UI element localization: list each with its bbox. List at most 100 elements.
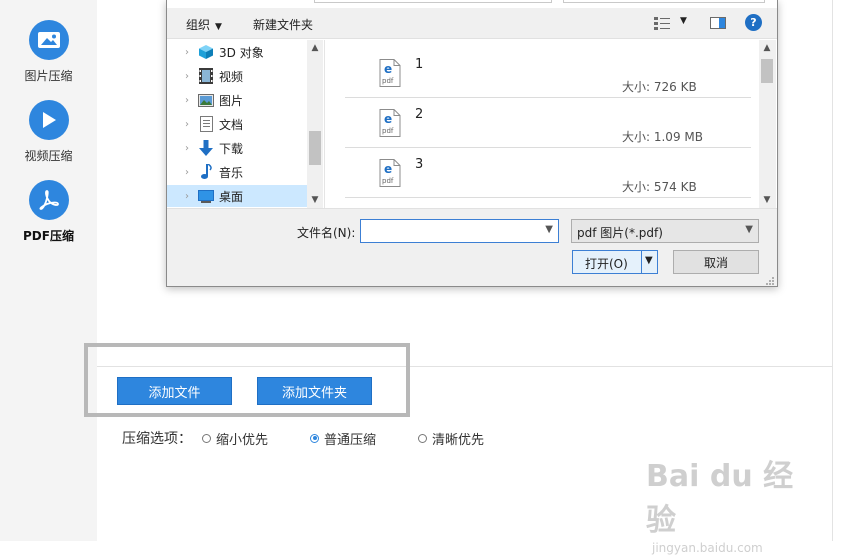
- divider: [641, 251, 642, 273]
- radio-label: 清晰优先: [432, 432, 485, 448]
- filetype-value: pdf 图片(*.pdf): [577, 226, 663, 240]
- chevron-down-icon[interactable]: ▼: [545, 224, 553, 235]
- dialog-footer: 文件名(N): ▼ pdf 图片(*.pdf) ▼ 打开(O) ▼ 取消: [167, 208, 777, 286]
- tree-item-label: 下载: [219, 141, 244, 156]
- chevron-right-icon[interactable]: ›: [179, 47, 195, 58]
- sidebar-item-video-compress[interactable]: 视频压缩: [0, 100, 97, 164]
- open-label: 打开(O): [585, 257, 628, 271]
- view-options-icon[interactable]: [654, 16, 670, 30]
- divider: [832, 0, 833, 541]
- chevron-down-icon[interactable]: ▼: [645, 255, 653, 266]
- scrollbar-thumb[interactable]: [309, 131, 321, 165]
- chevron-right-icon[interactable]: ›: [179, 119, 195, 130]
- help-icon[interactable]: ?: [745, 14, 762, 31]
- svg-text:pdf: pdf: [382, 177, 394, 185]
- compress-options: 压缩选项： 缩小优先 普通压缩 清晰优先: [122, 428, 526, 448]
- add-file-button[interactable]: 添加文件: [117, 377, 232, 405]
- tree-item-music[interactable]: › 音乐: [167, 161, 307, 183]
- radio-normal[interactable]: 普通压缩: [310, 429, 376, 448]
- file-list: e pdf 1 大小: 726 KB e pdf 2 大小: 1.09 MB e pd…: [327, 40, 777, 237]
- tree-item-label: 图片: [219, 93, 244, 108]
- add-folder-button[interactable]: 添加文件夹: [257, 377, 372, 405]
- list-item[interactable]: e pdf 3 大小: 574 KB: [345, 147, 751, 198]
- nav-scrollbar[interactable]: ▲ ▼: [307, 40, 323, 208]
- tree-item-label: 音乐: [219, 165, 244, 180]
- file-size: 大小: 574 KB: [622, 180, 697, 194]
- radio-button[interactable]: [418, 433, 428, 443]
- chevron-right-icon[interactable]: ›: [179, 95, 195, 106]
- play-icon: [28, 100, 69, 140]
- app-sidebar: 图片压缩 视频压缩 PDF压缩: [0, 0, 97, 541]
- file-size: 大小: 1.09 MB: [622, 130, 703, 144]
- svg-text:e: e: [384, 112, 392, 126]
- preview-pane-icon[interactable]: [710, 16, 726, 30]
- cancel-button[interactable]: 取消: [673, 250, 759, 274]
- svg-text:pdf: pdf: [382, 77, 394, 85]
- address-bar[interactable]: [314, 0, 552, 3]
- new-folder-button[interactable]: 新建文件夹: [253, 16, 313, 33]
- sidebar-item-pdf-compress[interactable]: PDF压缩: [0, 180, 97, 244]
- chevron-right-icon[interactable]: ›: [179, 191, 195, 202]
- picture-icon: [198, 92, 214, 108]
- scroll-down-icon[interactable]: ▼: [307, 192, 323, 208]
- scroll-up-icon[interactable]: ▲: [759, 40, 775, 56]
- file-name: 3: [415, 157, 424, 172]
- list-item[interactable]: e pdf 2 大小: 1.09 MB: [345, 97, 751, 148]
- radio-shrink-first[interactable]: 缩小优先: [202, 429, 268, 448]
- pdf-file-icon: e pdf: [379, 159, 401, 187]
- file-open-dialog: 组织 ▼ 新建文件夹 ▼ ? › 3D 对象 › 视频 › 图片 › 文档 › …: [166, 0, 778, 287]
- file-list-scrollbar[interactable]: ▲ ▼: [759, 40, 776, 208]
- scroll-up-icon[interactable]: ▲: [307, 40, 323, 56]
- radio-clarity-first[interactable]: 清晰优先: [418, 429, 484, 448]
- tree-item-downloads[interactable]: › 下载: [167, 137, 307, 159]
- image-icon: [28, 20, 69, 60]
- tree-item-videos[interactable]: › 视频: [167, 65, 307, 87]
- filetype-select[interactable]: pdf 图片(*.pdf) ▼: [571, 219, 759, 243]
- tree-item-label: 视频: [219, 69, 244, 84]
- tree-item-documents[interactable]: › 文档: [167, 113, 307, 135]
- download-icon: [198, 140, 214, 156]
- navigation-pane: › 3D 对象 › 视频 › 图片 › 文档 › 下载 › 音乐 › 桌面 ▲ …: [167, 40, 325, 208]
- sidebar-item-image-compress[interactable]: 图片压缩: [0, 20, 97, 84]
- filename-input[interactable]: ▼: [360, 219, 559, 243]
- organize-button[interactable]: 组织 ▼: [186, 16, 222, 33]
- chevron-right-icon[interactable]: ›: [179, 167, 195, 178]
- tree-item-3d-objects[interactable]: › 3D 对象: [167, 41, 307, 63]
- video-icon: [198, 68, 214, 84]
- music-icon: [198, 164, 214, 180]
- filename-label: 文件名(N):: [297, 226, 356, 240]
- scroll-down-icon[interactable]: ▼: [759, 192, 775, 208]
- svg-text:e: e: [384, 62, 392, 76]
- tree-item-label: 桌面: [219, 189, 244, 204]
- list-item[interactable]: e pdf 1 大小: 726 KB: [345, 47, 751, 98]
- tree-item-label: 3D 对象: [219, 45, 264, 60]
- pdf-icon: [28, 180, 69, 220]
- radio-label: 普通压缩: [324, 432, 377, 448]
- watermark-url: jingyan.baidu.com: [652, 541, 763, 555]
- svg-text:pdf: pdf: [382, 127, 394, 135]
- sidebar-item-label: 图片压缩: [24, 69, 73, 83]
- chevron-down-icon[interactable]: ▼: [680, 16, 687, 26]
- tree-item-pictures[interactable]: › 图片: [167, 89, 307, 111]
- pdf-file-icon: e pdf: [379, 109, 401, 137]
- resize-grip-icon[interactable]: [765, 275, 775, 285]
- desktop-icon: [198, 188, 214, 204]
- file-name: 2: [415, 107, 424, 122]
- svg-text:e: e: [384, 162, 392, 176]
- radio-button[interactable]: [310, 433, 320, 443]
- radio-button[interactable]: [202, 433, 211, 443]
- tree-item-desktop[interactable]: › 桌面: [167, 185, 307, 207]
- sidebar-item-label: PDF压缩: [23, 229, 74, 243]
- file-name: 1: [415, 57, 424, 72]
- open-button[interactable]: 打开(O) ▼: [572, 250, 658, 274]
- cube-3d-icon: [198, 44, 214, 60]
- scrollbar-thumb[interactable]: [761, 59, 773, 83]
- search-box[interactable]: [563, 0, 765, 3]
- chevron-down-icon: ▼: [215, 22, 222, 32]
- pdf-file-icon: e pdf: [379, 59, 401, 87]
- chevron-right-icon[interactable]: ›: [179, 71, 195, 82]
- chevron-right-icon[interactable]: ›: [179, 143, 195, 154]
- organize-label: 组织: [186, 18, 211, 32]
- sidebar-item-label: 视频压缩: [24, 149, 73, 163]
- dialog-toolbar: 组织 ▼ 新建文件夹 ▼ ?: [167, 8, 777, 39]
